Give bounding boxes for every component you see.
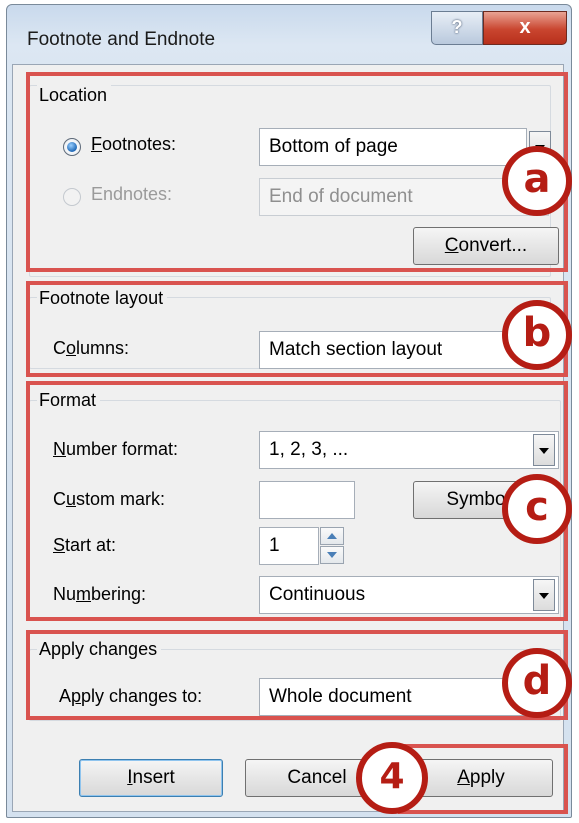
annotation-box-format — [26, 381, 568, 621]
annotation-badge-b: b — [502, 300, 572, 370]
annotation-badge-a: a — [502, 146, 572, 216]
help-button[interactable]: ? — [431, 11, 483, 45]
annotation-badge-c: c — [502, 474, 572, 544]
dialog-title: Footnote and Endnote — [27, 29, 216, 50]
help-icon: ? — [451, 17, 463, 37]
annotation-badge-step-4: 4 — [356, 742, 428, 814]
title-bar[interactable]: Footnote and Endnote ? x — [7, 5, 571, 65]
close-button[interactable]: x — [483, 11, 567, 45]
annotation-box-apply-changes — [26, 630, 568, 720]
insert-button[interactable]: Insert — [79, 759, 223, 797]
annotation-box-footnote-layout — [26, 281, 568, 377]
annotation-box-location — [26, 72, 568, 272]
annotation-badge-d: d — [502, 648, 572, 718]
close-icon: x — [519, 16, 531, 38]
